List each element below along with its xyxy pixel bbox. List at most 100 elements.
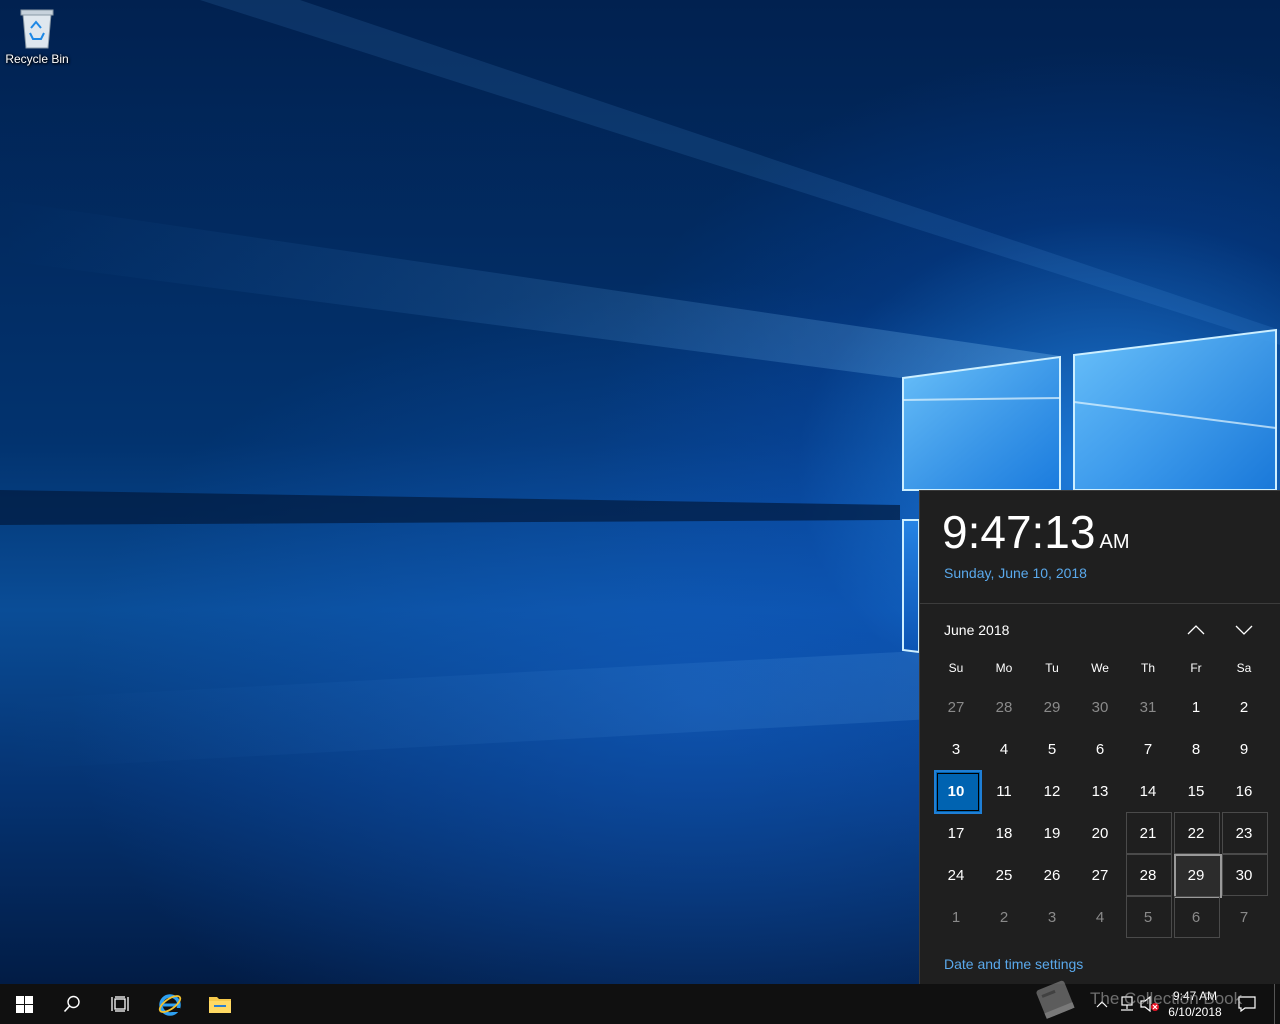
calendar-day[interactable]: 1 xyxy=(932,896,980,938)
calendar-day[interactable]: 4 xyxy=(980,728,1028,770)
calendar-day[interactable]: 5 xyxy=(1124,896,1172,938)
calendar-day[interactable]: 12 xyxy=(1028,770,1076,812)
day-number: 22 xyxy=(1187,824,1205,842)
calendar-day[interactable]: 8 xyxy=(1172,728,1220,770)
calendar-day[interactable]: 13 xyxy=(1076,770,1124,812)
calendar-day[interactable]: 30 xyxy=(1076,686,1124,728)
day-number: 1 xyxy=(951,908,961,926)
start-button[interactable] xyxy=(0,984,48,1024)
windows-logo-icon xyxy=(15,995,33,1013)
day-number: 9 xyxy=(1239,740,1249,758)
calendar-day[interactable]: 28 xyxy=(980,686,1028,728)
divider xyxy=(920,603,1280,604)
chevron-down-icon xyxy=(1235,625,1253,635)
calendar-day[interactable]: 22 xyxy=(1172,812,1220,854)
watermark: The Collection Book xyxy=(1030,974,1260,1024)
calendar-day[interactable]: 6 xyxy=(1172,896,1220,938)
day-number: 19 xyxy=(1043,824,1061,842)
desktop-icon-label: Recycle Bin xyxy=(5,52,69,66)
clock-time-value: 9:47:13 xyxy=(942,506,1096,558)
day-number: 10 xyxy=(947,782,965,800)
file-explorer-button[interactable] xyxy=(196,984,244,1024)
calendar-day-today[interactable]: 10 xyxy=(932,770,982,814)
next-month-button[interactable] xyxy=(1231,619,1257,641)
day-number: 3 xyxy=(951,740,961,758)
calendar-day[interactable]: 30 xyxy=(1220,854,1268,896)
calendar-day[interactable]: 23 xyxy=(1220,812,1268,854)
calendar-day[interactable]: 3 xyxy=(1028,896,1076,938)
calendar-day[interactable]: 20 xyxy=(1076,812,1124,854)
previous-month-button[interactable] xyxy=(1183,619,1209,641)
weekday-label: Sa xyxy=(1236,661,1252,675)
weekday-label: Tu xyxy=(1045,661,1059,675)
watermark-text: The Collection Book xyxy=(1090,989,1243,1008)
calendar-day[interactable]: 4 xyxy=(1076,896,1124,938)
folder-icon xyxy=(209,997,231,1013)
calendar-day[interactable]: 24 xyxy=(932,854,980,896)
calendar-day[interactable]: 19 xyxy=(1028,812,1076,854)
calendar-day[interactable]: 2 xyxy=(1220,686,1268,728)
calendar-day[interactable]: 17 xyxy=(932,812,980,854)
day-number: 29 xyxy=(1043,698,1061,716)
calendar-day[interactable]: 11 xyxy=(980,770,1028,812)
day-number: 8 xyxy=(1191,740,1201,758)
book-icon xyxy=(1036,980,1075,1019)
clock-ampm: AM xyxy=(1099,531,1130,553)
calendar-day[interactable]: 27 xyxy=(1076,854,1124,896)
calendar-day[interactable]: 14 xyxy=(1124,770,1172,812)
calendar-day[interactable]: 9 xyxy=(1220,728,1268,770)
calendar-day[interactable]: 1 xyxy=(1172,686,1220,728)
internet-explorer-icon xyxy=(158,994,182,1016)
month-label[interactable]: June 2018 xyxy=(944,622,1009,638)
desktop-icon-recycle-bin[interactable]: Recycle Bin xyxy=(2,6,72,74)
day-number: 18 xyxy=(995,824,1013,842)
day-number: 28 xyxy=(995,698,1013,716)
day-number: 20 xyxy=(1091,824,1109,842)
weekday-header: Su Mo Tu We Th Fr Sa xyxy=(932,661,1268,677)
day-number: 3 xyxy=(1047,908,1057,926)
calendar-day[interactable]: 7 xyxy=(1220,896,1268,938)
calendar-day[interactable]: 21 xyxy=(1124,812,1172,854)
day-number: 13 xyxy=(1091,782,1109,800)
day-number: 6 xyxy=(1191,908,1201,926)
day-number: 11 xyxy=(996,782,1012,800)
day-number: 12 xyxy=(1043,782,1061,800)
day-number: 7 xyxy=(1143,740,1153,758)
day-number: 31 xyxy=(1139,698,1157,716)
calendar-day[interactable]: 6 xyxy=(1076,728,1124,770)
date-time-settings-link[interactable]: Date and time settings xyxy=(944,956,1083,972)
day-number: 17 xyxy=(947,824,965,842)
task-view-button[interactable] xyxy=(96,984,144,1024)
calendar-day[interactable]: 7 xyxy=(1124,728,1172,770)
clock-calendar-flyout: 9:47:13 AM Sunday, June 10, 2018 June 201… xyxy=(919,490,1280,984)
day-number: 5 xyxy=(1143,908,1153,926)
show-desktop-button[interactable] xyxy=(1274,984,1280,1024)
search-icon xyxy=(63,995,80,1013)
day-number: 25 xyxy=(995,866,1013,884)
task-view-icon xyxy=(111,996,129,1012)
recycle-bin-icon xyxy=(20,9,54,49)
day-number: 27 xyxy=(1091,866,1109,884)
weekday-label: Mo xyxy=(995,661,1013,675)
calendar-day[interactable]: 5 xyxy=(1028,728,1076,770)
weekday-label: Th xyxy=(1140,661,1155,675)
day-number: 24 xyxy=(947,866,965,884)
calendar-day[interactable]: 25 xyxy=(980,854,1028,896)
calendar-day[interactable]: 31 xyxy=(1124,686,1172,728)
clock-date-link[interactable]: Sunday, June 10, 2018 xyxy=(944,565,1087,581)
calendar-day[interactable]: 29 xyxy=(1028,686,1076,728)
day-number: 30 xyxy=(1091,698,1109,716)
calendar-day[interactable]: 16 xyxy=(1220,770,1268,812)
search-button[interactable] xyxy=(48,984,96,1024)
calendar-day[interactable]: 28 xyxy=(1124,854,1172,896)
day-number: 4 xyxy=(999,740,1009,758)
calendar-day-hovered[interactable]: 29 xyxy=(1172,854,1222,898)
internet-explorer-button[interactable] xyxy=(146,984,194,1024)
calendar-day[interactable]: 26 xyxy=(1028,854,1076,896)
calendar-day[interactable]: 18 xyxy=(980,812,1028,854)
calendar-day[interactable]: 15 xyxy=(1172,770,1220,812)
calendar-day[interactable]: 27 xyxy=(932,686,980,728)
calendar-day[interactable]: 2 xyxy=(980,896,1028,938)
calendar-day[interactable]: 3 xyxy=(932,728,980,770)
day-number: 1 xyxy=(1191,698,1201,716)
